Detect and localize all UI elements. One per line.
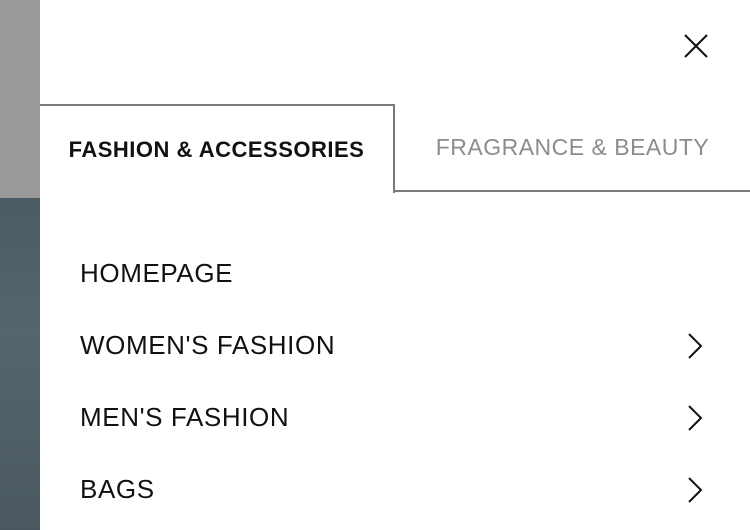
menu-item-mens-fashion[interactable]: MEN'S FASHION [40, 386, 750, 458]
backdrop-image-bottom [0, 198, 40, 530]
page-backdrop [0, 0, 40, 530]
backdrop-image-top [0, 0, 40, 198]
menu-item-label: MEN'S FASHION [80, 402, 290, 432]
menu-item-bags[interactable]: BAGS [40, 458, 750, 530]
tab-fragrance-beauty[interactable]: FRAGRANCE & BEAUTY [395, 104, 750, 192]
tab-fashion-accessories[interactable]: FASHION & ACCESSORIES [40, 104, 395, 193]
chevron-right-icon [684, 330, 706, 362]
navigation-drawer: FASHION & ACCESSORIES FRAGRANCE & BEAUTY… [40, 0, 750, 530]
menu-item-label: HOMEPAGE [80, 258, 234, 288]
menu-item-label: WOMEN'S FASHION [80, 330, 336, 360]
category-tabs: FASHION & ACCESSORIES FRAGRANCE & BEAUTY [40, 104, 750, 193]
close-icon [684, 34, 708, 58]
menu-item-homepage[interactable]: HOMEPAGE [40, 242, 750, 314]
menu-item-womens-fashion[interactable]: WOMEN'S FASHION [40, 314, 750, 386]
close-button[interactable] [680, 30, 712, 62]
chevron-right-icon [684, 402, 706, 434]
chevron-right-icon [684, 474, 706, 506]
menu-list: HOMEPAGE WOMEN'S FASHION MEN'S FASHION B… [40, 242, 750, 530]
menu-item-label: BAGS [80, 474, 155, 504]
